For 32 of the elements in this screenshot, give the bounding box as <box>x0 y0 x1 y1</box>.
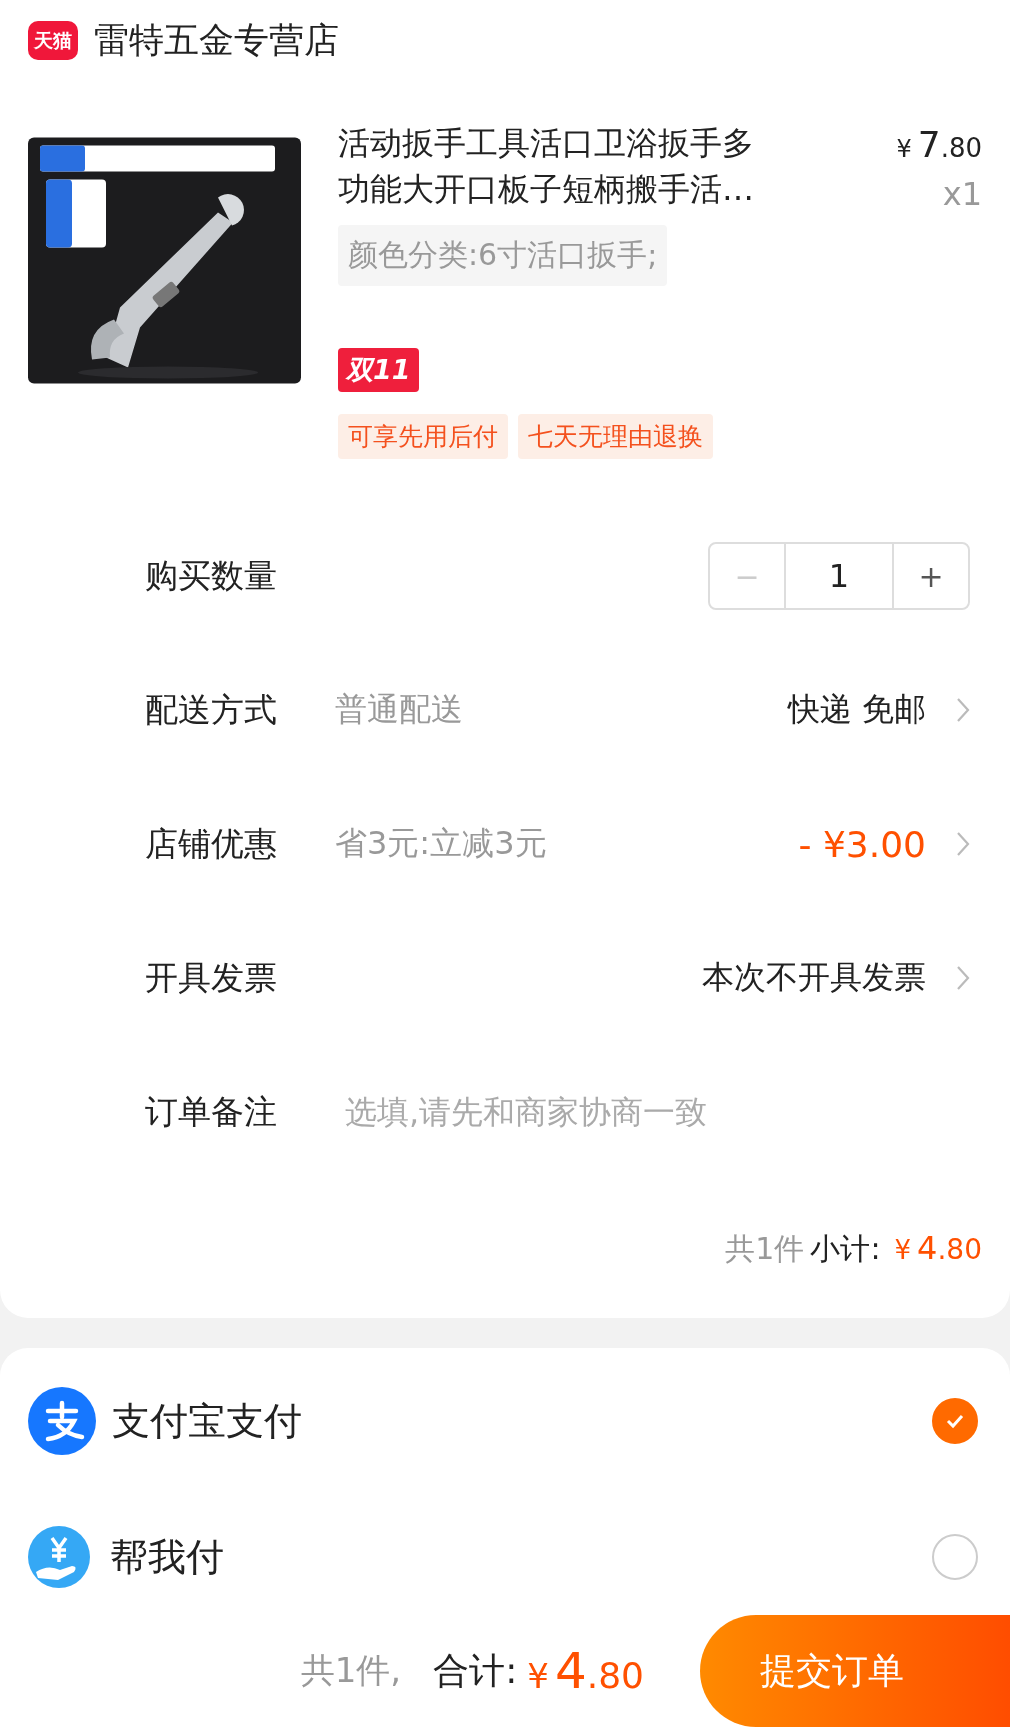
row-value[interactable]: 本次不开具发票 <box>702 956 926 1000</box>
radio-button[interactable] <box>932 1534 978 1580</box>
chevron-icon <box>956 697 970 723</box>
row-label: 开具发票 <box>145 956 278 999</box>
row-label: 配送方式 <box>145 688 278 731</box>
product-title[interactable]: 活动扳手工具活口卫浴扳手多功能大开口板子短柄搬手活… <box>338 120 778 213</box>
service-tag: 七天无理由退换 <box>518 414 713 459</box>
subtotal-label: 小计: <box>810 1230 881 1268</box>
row-detail: 省3元:立减3元 <box>335 823 547 864</box>
chevron-icon <box>956 965 970 991</box>
payment-label[interactable]: 帮我付 <box>110 1531 224 1583</box>
total-price: ¥4.80 <box>527 1642 644 1700</box>
subtotal-price: ¥ 4.80 <box>894 1229 982 1267</box>
row-label: 店铺优惠 <box>145 822 278 865</box>
hand-coin-icon <box>28 1526 90 1588</box>
unit-price: ¥ 7.80 <box>896 124 982 165</box>
wallet-icon <box>28 1387 96 1455</box>
quantity-text: x1 <box>942 175 982 213</box>
service-tag: 可享先用后付 <box>338 414 508 459</box>
row-label: 订单备注 <box>145 1090 278 1133</box>
row-value[interactable]: 快递 免邮 <box>787 688 926 732</box>
chevron-icon <box>956 831 970 857</box>
item-count: 共1件, <box>300 1649 402 1692</box>
total-label: 合计: <box>433 1648 518 1693</box>
radio-button[interactable] <box>932 1398 978 1444</box>
row-detail: 普通配送 <box>335 689 463 730</box>
shop-name[interactable]: 雷特五金专营店 <box>94 16 339 64</box>
item-count: 共1件 <box>725 1230 805 1268</box>
row-label: 购买数量 <box>145 554 278 597</box>
promo-badge: 双11 <box>338 348 419 392</box>
shop-logo: 天猫 <box>28 20 78 60</box>
payment-label[interactable]: 支付宝支付 <box>112 1395 302 1447</box>
